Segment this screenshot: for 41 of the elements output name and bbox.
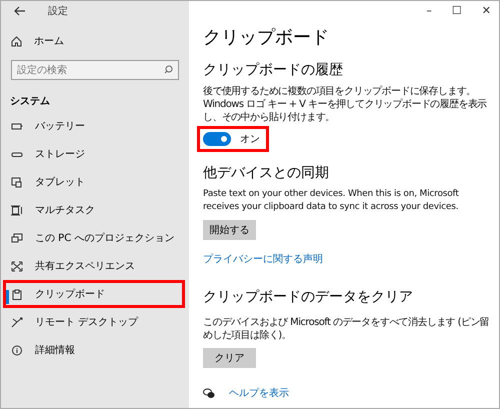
window-control[interactable]: –: [426, 4, 432, 16]
home-nav-item[interactable]: ホーム: [1, 21, 189, 48]
description-text: Paste text on your other devices. When this is on, Microsoft receives your clipboard data to sync it across your devices.: [203, 188, 460, 214]
section-heading: 他デバイスとの同期: [203, 164, 329, 182]
monitor-icon: [11, 232, 23, 244]
window-title: 設定: [48, 4, 68, 18]
help-link[interactable]: ヘルプを表示: [229, 386, 289, 400]
windows-icon: [11, 204, 23, 216]
section-heading: クリップボードの履歴: [203, 61, 343, 79]
nav-item[interactable]: クリップボード: [3, 280, 185, 308]
back-arrow-icon[interactable]: [14, 6, 26, 16]
arrows-icon: [11, 316, 23, 328]
section-heading: システム: [9, 95, 51, 108]
nav-item[interactable]: バッテリー: [1, 112, 185, 140]
toggle-switch[interactable]: [203, 132, 231, 146]
search-icon: [164, 65, 173, 74]
info-icon: [11, 344, 23, 356]
nav-item[interactable]: タブレット: [1, 168, 185, 196]
nav-item[interactable]: この PC へのプロジェクション: [1, 224, 185, 252]
privacy-link[interactable]: プライバシーに関する声明: [203, 252, 323, 266]
tablet-icon: [11, 176, 23, 188]
nav-item[interactable]: リモート デスクトップ: [1, 308, 185, 336]
nav-item[interactable]: ストレージ: [1, 140, 185, 168]
window-control[interactable]: ✕: [482, 4, 491, 16]
home-icon: [11, 36, 22, 46]
nav-item[interactable]: 共有エクスペリエンス: [1, 252, 185, 280]
nav-item[interactable]: 詳細情報: [1, 336, 185, 364]
window-control[interactable]: ☐: [452, 4, 462, 16]
clipboard-icon: [11, 288, 23, 300]
toggle-label: オン: [240, 133, 260, 146]
description-text: 後で使用するために複数の項目をクリップボードに保存します。Windows ロゴ キー + V キーを押してクリップボードの履歴を表示し、その中から貼り付けます。: [203, 85, 488, 124]
start-button[interactable]: 開始する: [203, 220, 256, 240]
search-field[interactable]: 設定の検索: [11, 60, 179, 80]
nav-item[interactable]: マルチタスク: [1, 196, 185, 224]
cross-arrows-icon: [11, 260, 23, 272]
clear-button[interactable]: クリア: [203, 348, 256, 368]
page-title: クリップボード: [203, 26, 329, 49]
chat-bubbles-icon: [203, 388, 215, 398]
battery-icon: [11, 120, 23, 132]
section-heading: クリップボードのデータをクリア: [203, 288, 413, 306]
description-text: このデバイスおよび Microsoft のデータをすべて消去します (ピン留めした項目は除く)。: [203, 316, 490, 342]
